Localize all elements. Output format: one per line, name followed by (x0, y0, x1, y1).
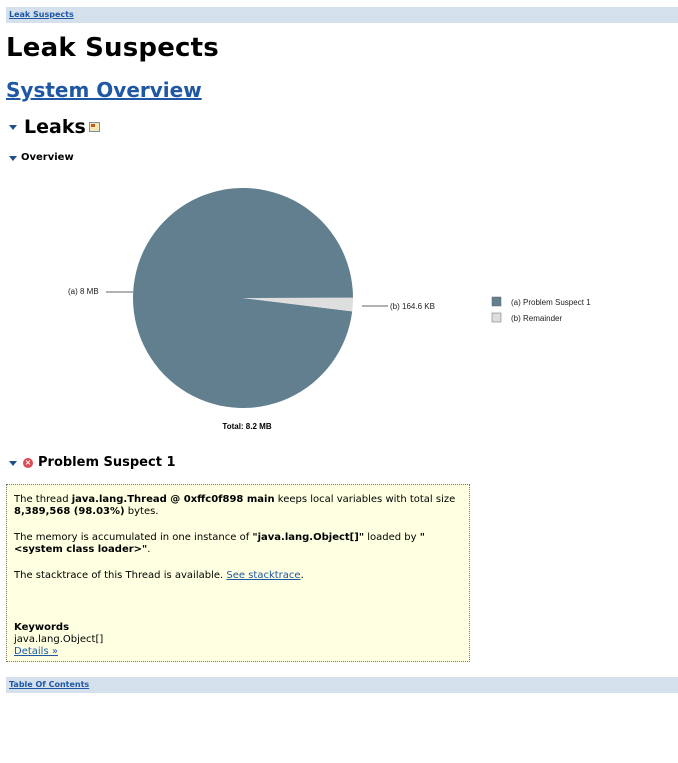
system-overview-link[interactable]: System Overview (6, 78, 202, 102)
report-settings-icon[interactable] (89, 122, 100, 132)
leak-pie-chart: (a) 8 MB (b) 164.6 KB Total: 8.2 MB (a) … (68, 187, 591, 431)
table-of-contents-link[interactable]: Table Of Contents (9, 680, 89, 689)
accumulating-class: "java.lang.Object[]" (252, 532, 365, 543)
problem-suspect-collapse-icon[interactable] (9, 461, 17, 466)
page-title: Leak Suspects (6, 33, 219, 63)
slice-a-label: (a) 8 MB (68, 287, 99, 296)
thread-name: java.lang.Thread @ 0xffc0f898 main (71, 494, 275, 505)
overview-section-title: Overview (21, 152, 74, 163)
keywords-value: java.lang.Object[] (14, 634, 104, 645)
legend-swatch-problem-suspect (491, 296, 502, 307)
problem-suspect-title: Problem Suspect 1 (38, 455, 176, 470)
chart-total-label: Total: 8.2 MB (222, 422, 271, 431)
overview-collapse-icon[interactable] (9, 156, 17, 161)
see-stacktrace-link[interactable]: See stacktrace (226, 570, 300, 581)
leaks-section-title: Leaks (24, 116, 86, 138)
slice-b-label: (b) 164.6 KB (390, 302, 435, 311)
thread-summary-text: The thread java.lang.Thread @ 0xffc0f898… (14, 494, 456, 517)
keywords-label: Keywords (14, 622, 70, 633)
legend-swatch-remainder (491, 312, 502, 323)
problem-suspect-details-box: The thread java.lang.Thread @ 0xffc0f898… (6, 484, 470, 662)
breadcrumb-bar-top: Leak Suspects (6, 7, 678, 23)
legend-item-problem-suspect: (a) Problem Suspect 1 (511, 298, 591, 307)
leaks-collapse-icon[interactable] (9, 125, 17, 130)
details-link[interactable]: Details » (14, 646, 58, 658)
retained-size: 8,389,568 (98.03%) (14, 506, 125, 517)
error-icon: × (23, 458, 33, 468)
stacktrace-text: The stacktrace of this Thread is availab… (14, 570, 304, 581)
breadcrumb-bar-bottom: Table Of Contents (6, 677, 678, 693)
memory-accumulation-text: The memory is accumulated in one instanc… (14, 532, 425, 555)
breadcrumb-leak-suspects-link[interactable]: Leak Suspects (9, 10, 74, 19)
legend-item-remainder: (b) Remainder (511, 314, 562, 323)
